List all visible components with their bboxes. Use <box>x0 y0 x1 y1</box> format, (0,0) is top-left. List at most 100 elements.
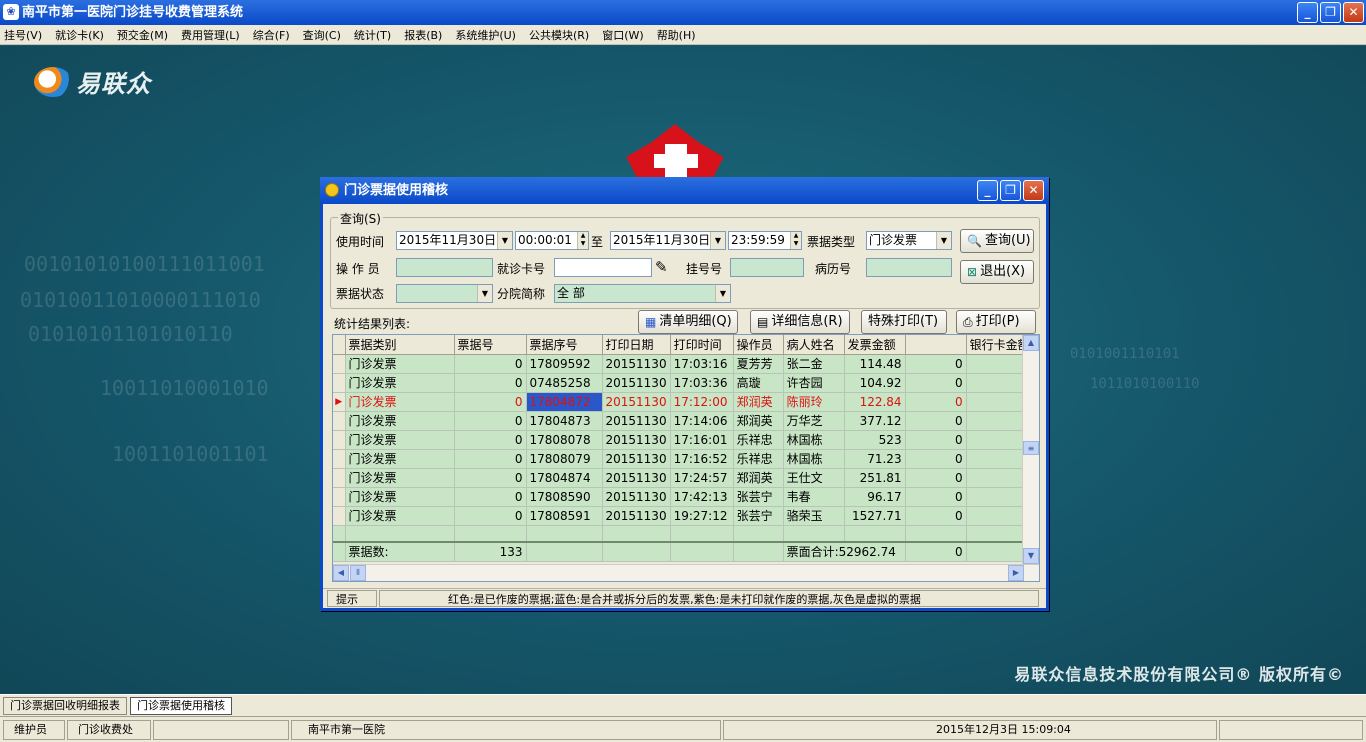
bill-status-select[interactable]: ▼ <box>396 284 493 303</box>
scroll-thumb[interactable]: ≡ <box>1023 441 1039 455</box>
detail-info-button[interactable]: ▤ 详细信息(R) <box>750 310 850 334</box>
date-from-value: 2015年11月30日 <box>399 233 497 247</box>
dialog-status-bar: 提示 红色:是已作废的票据;蓝色:是合并或拆分后的发票,紫色:是未打印就作废的票… <box>323 588 1046 608</box>
col-unnamed[interactable] <box>905 335 967 355</box>
menu-register[interactable]: 挂号(V) <box>4 27 42 43</box>
scroll-up-icon[interactable]: ▲ <box>1023 335 1039 351</box>
spinner-arrows-icon[interactable]: ▲ ▼ <box>790 232 801 249</box>
menu-public[interactable]: 公共模块(R) <box>529 27 589 43</box>
table-row[interactable]: 门诊发票 0 17804874 20151130 17:24:57 郑润英 王仕… <box>333 468 1034 488</box>
time-to-spinner[interactable]: 23:59:59 ▲ ▼ <box>728 231 802 250</box>
footer-count-value: 133 <box>454 541 527 562</box>
task-bill-audit[interactable]: 门诊票据使用稽核 <box>130 696 232 715</box>
menu-window[interactable]: 窗口(W) <box>602 27 643 43</box>
close-button[interactable]: ✕ <box>1343 2 1364 23</box>
col-invoice-amount[interactable]: 发票金额 <box>844 335 906 355</box>
chevron-down-icon[interactable]: ▼ <box>936 232 951 249</box>
cell-category: 门诊发票 <box>345 430 455 450</box>
special-print-button[interactable]: 特殊打印(T) <box>861 310 947 334</box>
scroll-left-icon[interactable]: ◀ <box>333 565 349 581</box>
menu-general[interactable]: 综合(F) <box>253 27 290 43</box>
card-number-input[interactable] <box>554 258 652 277</box>
menu-report[interactable]: 报表(B) <box>404 27 442 43</box>
dialog-close-button[interactable]: ✕ <box>1023 180 1044 201</box>
status-extra <box>1219 720 1363 740</box>
status-hint-label: 提示 <box>327 590 377 607</box>
list-detail-button[interactable]: ▦ 清单明细(Q) <box>638 310 738 334</box>
date-to-picker[interactable]: 2015年11月30日 ▼ <box>610 231 726 250</box>
card-reader-icon[interactable]: ✎ <box>655 258 668 276</box>
exit-button[interactable]: ⊠ 退出(X) <box>960 260 1034 284</box>
table-row-selected-voided[interactable]: ▶ 门诊发票 0 17804872 20151130 17:12:00 郑润英 … <box>333 392 1034 412</box>
col-bill-seq[interactable]: 票据序号 <box>526 335 603 355</box>
row-indicator <box>333 468 346 488</box>
hscroll-thumb[interactable]: ⦀ <box>350 565 366 581</box>
restore-button[interactable]: ❐ <box>1320 2 1341 23</box>
table-row[interactable]: 门诊发票 0 07485258 20151130 17:03:36 高璇 许杏园… <box>333 373 1034 393</box>
col-bill-category[interactable]: 票据类别 <box>345 335 455 355</box>
bill-type-select[interactable]: 门诊发票 ▼ <box>866 231 952 250</box>
cell-category: 门诊发票 <box>345 373 455 393</box>
query-group: 查询(S) 使用时间 2015年11月30日 ▼ 00:00:01 ▲ ▼ 至 2… <box>330 210 1040 309</box>
task-recovery-report[interactable]: 门诊票据回收明细报表 <box>3 696 127 715</box>
date-from-picker[interactable]: 2015年11月30日 ▼ <box>396 231 513 250</box>
cell-bill-seq-selected[interactable]: 17804872 <box>526 392 603 412</box>
table-row[interactable]: 门诊发票 0 17808590 20151130 17:42:13 张芸宁 韦春… <box>333 487 1034 507</box>
menu-fee[interactable]: 费用管理(L) <box>181 27 240 43</box>
menu-stats[interactable]: 统计(T) <box>354 27 391 43</box>
query-button[interactable]: 🔍 查询(U) <box>960 229 1034 253</box>
row-indicator-header <box>333 335 346 355</box>
cell-amount: 104.92 <box>844 373 906 393</box>
cell-print-time: 17:16:52 <box>670 449 734 469</box>
table-row[interactable]: 门诊发票 0 17808079 20151130 17:16:52 乐祥忠 林国… <box>333 449 1034 469</box>
col-operator[interactable]: 操作员 <box>733 335 784 355</box>
minimize-button[interactable]: _ <box>1297 2 1318 23</box>
document-icon: ▤ <box>757 315 769 329</box>
col-print-date[interactable]: 打印日期 <box>602 335 671 355</box>
branch-select[interactable]: 全 部 ▼ <box>554 284 731 303</box>
dialog-maximize-button[interactable]: ❐ <box>1000 180 1021 201</box>
reg-number-input[interactable] <box>730 258 804 277</box>
cell-amount: 523 <box>844 430 906 450</box>
to-label: 至 <box>591 235 604 249</box>
results-grid[interactable]: 票据类别 票据号 票据序号 打印日期 打印时间 操作员 病人姓名 发票金额 银行… <box>332 334 1040 582</box>
spinner-arrows-icon[interactable]: ▲ ▼ <box>577 232 588 249</box>
table-row[interactable]: 门诊发票 0 17808591 20151130 19:27:12 张芸宁 骆荣… <box>333 506 1034 526</box>
cell-patient: 林国栋 <box>783 449 845 469</box>
footer-count-label: 票据数: <box>345 541 455 562</box>
chevron-down-icon[interactable]: ▼ <box>497 232 512 249</box>
magnifier-icon: 🔍 <box>967 234 982 248</box>
bill-type-label: 票据类型 <box>807 235 856 249</box>
app-icon: ❀ <box>3 4 19 20</box>
menu-card[interactable]: 就诊卡(K) <box>55 27 104 43</box>
cell-extra: 0 <box>905 468 967 488</box>
col-bill-no[interactable]: 票据号 <box>454 335 527 355</box>
cell-operator: 郑润英 <box>733 468 784 488</box>
medical-record-input[interactable] <box>866 258 952 277</box>
menu-prepay[interactable]: 预交金(M) <box>117 27 168 43</box>
menu-help[interactable]: 帮助(H) <box>657 27 696 43</box>
chevron-down-icon[interactable]: ▼ <box>477 285 492 302</box>
time-from-spinner[interactable]: 00:00:01 ▲ ▼ <box>515 231 589 250</box>
print-button[interactable]: ⎙ 打印(P) <box>956 310 1036 334</box>
horizontal-scrollbar[interactable]: ◀ ⦀ ▶ <box>333 564 1039 581</box>
menu-system[interactable]: 系统维护(U) <box>455 27 516 43</box>
dialog-minimize-button[interactable]: _ <box>977 180 998 201</box>
col-print-time[interactable]: 打印时间 <box>670 335 734 355</box>
menu-query[interactable]: 查询(C) <box>303 27 341 43</box>
cell-print-date: 20151130 <box>602 506 671 526</box>
special-print-label: 特殊打印(T) <box>868 314 939 329</box>
table-row[interactable]: 门诊发票 0 17808078 20151130 17:16:01 乐祥忠 林国… <box>333 430 1034 450</box>
table-row[interactable]: 门诊发票 0 17809592 20151130 17:03:16 夏芳芳 张二… <box>333 354 1034 374</box>
cell-amount: 71.23 <box>844 449 906 469</box>
chevron-down-icon[interactable]: ▼ <box>710 232 725 249</box>
scroll-right-icon[interactable]: ▶ <box>1008 565 1024 581</box>
col-patient-name[interactable]: 病人姓名 <box>783 335 845 355</box>
table-row[interactable]: 门诊发票 0 17804873 20151130 17:14:06 郑润英 万华… <box>333 411 1034 431</box>
chevron-down-icon[interactable]: ▼ <box>715 285 730 302</box>
operator-input[interactable] <box>396 258 493 277</box>
vertical-scrollbar[interactable]: ▲ ≡ ▼ <box>1022 335 1039 564</box>
cell-category: 门诊发票 <box>345 411 455 431</box>
cell-bill-no: 0 <box>454 373 527 393</box>
scroll-down-icon[interactable]: ▼ <box>1023 548 1039 564</box>
